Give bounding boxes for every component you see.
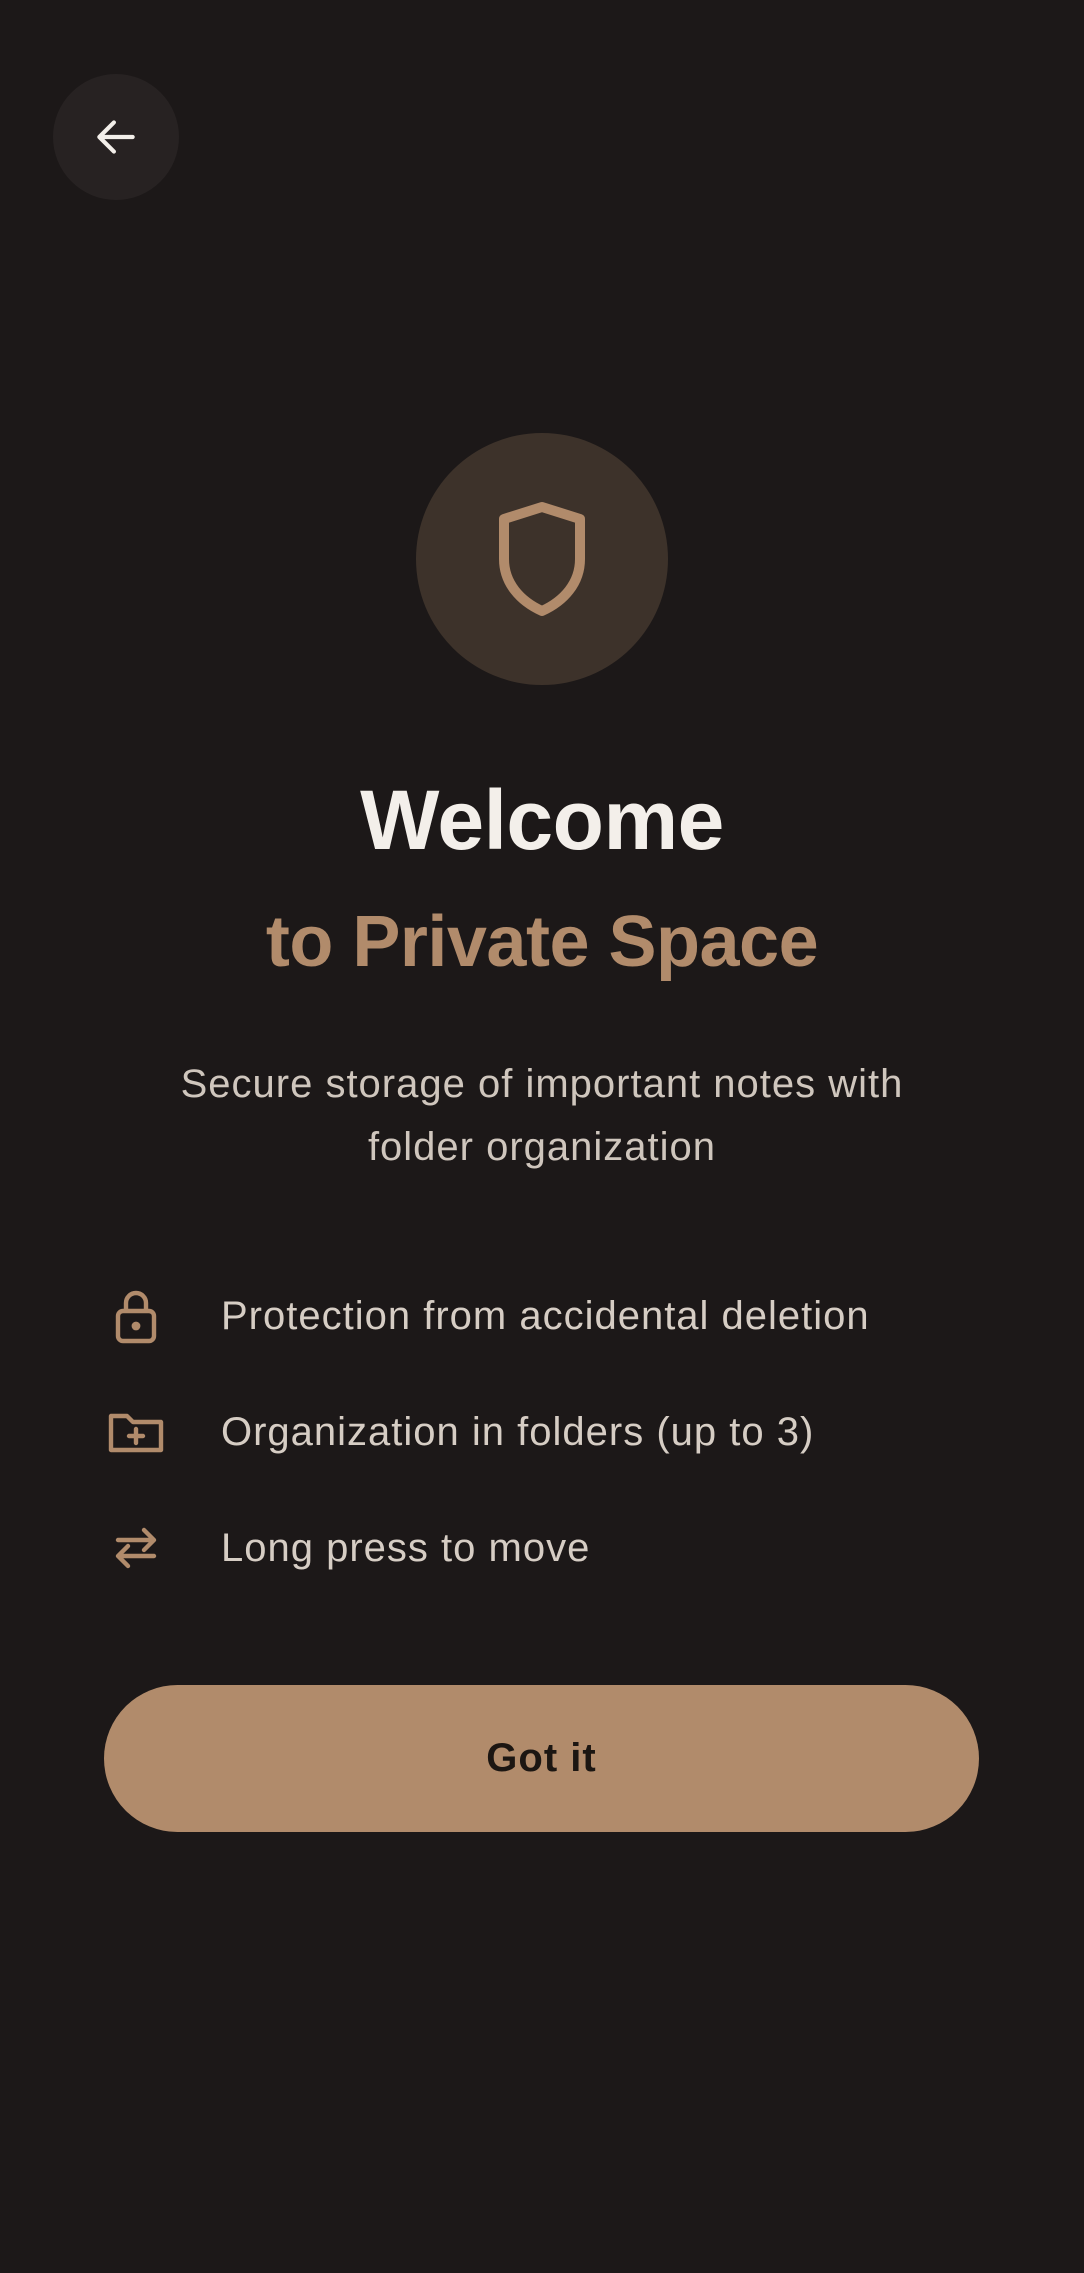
got-it-button[interactable]: Got it (104, 1685, 979, 1832)
swap-arrows-icon (115, 1527, 157, 1569)
feature-item-folders: Organization in folders (up to 3) (0, 1392, 1084, 1472)
folder-plus-icon (108, 1413, 164, 1453)
feature-label: Long press to move (221, 1526, 591, 1570)
page-subtitle: Secure storage of important notes with f… (180, 1062, 904, 1169)
page-title: Welcome (360, 773, 724, 867)
feature-label: Protection from accidental deletion (221, 1294, 870, 1338)
got-it-button-label: Got it (486, 1736, 597, 1780)
feature-item-move: Long press to move (0, 1508, 1084, 1588)
arrow-left-icon (97, 120, 135, 154)
private-space-welcome-screen: Welcome to Private Space Secure storage … (0, 0, 1084, 2273)
shield-icon (499, 502, 585, 616)
hero-badge (416, 433, 668, 685)
page-title-accent: to Private Space (265, 902, 819, 982)
lock-icon (115, 1290, 157, 1344)
feature-label: Organization in folders (up to 3) (221, 1410, 815, 1454)
feature-item-protection: Protection from accidental deletion (0, 1276, 1084, 1356)
back-button[interactable] (53, 74, 179, 200)
